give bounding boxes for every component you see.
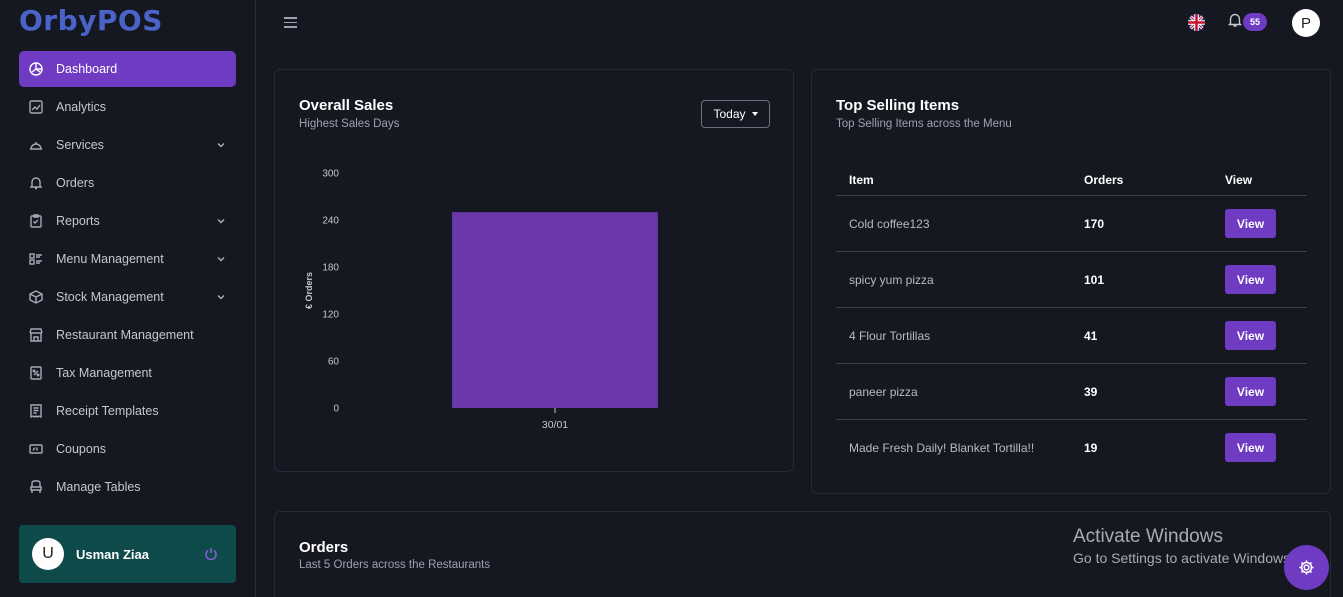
profile-avatar[interactable]: P bbox=[1292, 9, 1320, 37]
settings-gear-button[interactable] bbox=[1284, 545, 1329, 590]
tax-icon bbox=[29, 366, 43, 380]
sidebar-item-restaurant-management[interactable]: Restaurant Management bbox=[19, 317, 236, 353]
x-tick-label: 30/01 bbox=[542, 419, 568, 431]
sidebar-nav: Dashboard Analytics Services Orders Repo… bbox=[19, 51, 236, 507]
item-name: Made Fresh Daily! Blanket Tortilla!! bbox=[849, 441, 1035, 455]
sidebar-item-label: Manage Tables bbox=[56, 480, 141, 494]
watermark-title: Activate Windows bbox=[1073, 526, 1223, 547]
power-icon[interactable] bbox=[204, 547, 218, 561]
sidebar-item-label: Restaurant Management bbox=[56, 328, 194, 342]
y-tick-label: 60 bbox=[328, 357, 340, 368]
sidebar-item-tax-management[interactable]: Tax Management bbox=[19, 355, 236, 391]
sidebar-item-dashboard[interactable]: Dashboard bbox=[19, 51, 236, 87]
card-subtitle: Top Selling Items across the Menu bbox=[836, 118, 1012, 130]
view-button[interactable]: View bbox=[1225, 209, 1276, 238]
y-axis-label: € Orders bbox=[304, 272, 314, 309]
app-logo[interactable]: OrbyPOS bbox=[19, 4, 163, 37]
table-row: Cold coffee123 170 View bbox=[836, 196, 1307, 252]
item-name: spicy yum pizza bbox=[849, 273, 934, 287]
sidebar-item-analytics[interactable]: Analytics bbox=[19, 89, 236, 125]
sidebar-item-manage-tables[interactable]: Manage Tables bbox=[19, 469, 236, 505]
y-tick-label: 180 bbox=[322, 263, 339, 274]
box-icon bbox=[29, 290, 43, 304]
chevron-down-icon[interactable] bbox=[216, 291, 226, 301]
sidebar-item-label: Analytics bbox=[56, 100, 107, 114]
uk-flag-icon[interactable] bbox=[1188, 14, 1205, 31]
sidebar-item-label: Orders bbox=[56, 176, 95, 190]
menu-list-icon bbox=[29, 252, 43, 266]
hamburger-menu-icon[interactable] bbox=[284, 17, 297, 29]
card-title: Orders bbox=[299, 539, 349, 556]
coupon-icon bbox=[29, 442, 43, 456]
item-name: paneer pizza bbox=[849, 385, 918, 399]
store-icon bbox=[29, 328, 43, 342]
sidebar-item-orders[interactable]: Orders bbox=[19, 165, 236, 201]
clipboard-icon bbox=[29, 214, 43, 228]
table-row: paneer pizza 39 View bbox=[836, 364, 1307, 420]
sidebar-item-label: Coupons bbox=[56, 442, 107, 456]
view-button[interactable]: View bbox=[1225, 433, 1276, 462]
sidebar-item-coupons[interactable]: Coupons bbox=[19, 431, 236, 467]
sidebar-item-menu-management[interactable]: Menu Management bbox=[19, 241, 236, 277]
chart-bar bbox=[452, 212, 658, 408]
chevron-down-icon[interactable] bbox=[216, 139, 226, 149]
chevron-down-icon[interactable] bbox=[216, 215, 226, 225]
card-subtitle: Last 5 Orders across the Restaurants bbox=[299, 559, 491, 571]
sidebar-item-label: Receipt Templates bbox=[56, 404, 159, 418]
y-tick-label: 120 bbox=[322, 310, 339, 321]
sidebar-item-label: Stock Management bbox=[56, 290, 164, 304]
bell-icon bbox=[29, 176, 43, 190]
notification-bell-icon[interactable] bbox=[1227, 12, 1243, 28]
item-orders: 39 bbox=[1084, 385, 1098, 399]
overall-sales-card: Overall Sales Highest Sales Days Today 0… bbox=[274, 69, 794, 472]
analytics-icon bbox=[29, 100, 43, 114]
sidebar-item-reports[interactable]: Reports bbox=[19, 203, 236, 239]
sidebar-item-label: Dashboard bbox=[56, 62, 118, 76]
item-orders: 19 bbox=[1084, 441, 1098, 455]
sales-bar-chart: 0 60 120 180 240 300 € Orders 30/01 bbox=[304, 169, 658, 431]
cloche-icon bbox=[29, 138, 43, 152]
avatar[interactable]: U bbox=[32, 538, 64, 570]
view-button[interactable]: View bbox=[1225, 377, 1276, 406]
item-name: 4 Flour Tortillas bbox=[849, 329, 931, 343]
chair-icon bbox=[29, 480, 43, 494]
dashboard-icon bbox=[29, 62, 43, 76]
activate-windows-watermark: Activate Windows Go to Settings to activ… bbox=[1073, 526, 1294, 566]
y-tick-label: 240 bbox=[322, 216, 339, 227]
sidebar-item-label: Services bbox=[56, 138, 104, 152]
table-row: Made Fresh Daily! Blanket Tortilla!! 19 … bbox=[836, 420, 1307, 476]
sidebar-item-label: Menu Management bbox=[56, 252, 164, 266]
watermark-subtitle: Go to Settings to activate Windows. bbox=[1073, 550, 1294, 566]
card-title: Top Selling Items bbox=[836, 97, 960, 114]
user-card: U Usman Ziaa bbox=[19, 525, 236, 583]
column-header-item: Item bbox=[849, 173, 874, 187]
table-row: 4 Flour Tortillas 41 View bbox=[836, 308, 1307, 364]
column-header-orders: Orders bbox=[1084, 173, 1124, 187]
top-selling-items-card: Top Selling Items Top Selling Items acro… bbox=[811, 69, 1331, 494]
column-header-view: View bbox=[1225, 173, 1253, 187]
table-header: Item Orders View bbox=[836, 166, 1307, 196]
sidebar-item-label: Tax Management bbox=[56, 366, 152, 380]
item-orders: 101 bbox=[1084, 273, 1105, 287]
sidebar-item-receipt-templates[interactable]: Receipt Templates bbox=[19, 393, 236, 429]
item-orders: 41 bbox=[1084, 329, 1098, 343]
item-orders: 170 bbox=[1084, 217, 1105, 231]
sidebar-item-services[interactable]: Services bbox=[19, 127, 236, 163]
notification-count-badge: 55 bbox=[1243, 13, 1267, 31]
item-name: Cold coffee123 bbox=[849, 217, 930, 231]
sidebar-item-label: Reports bbox=[56, 214, 100, 228]
receipt-icon bbox=[29, 404, 43, 418]
sidebar: OrbyPOS Dashboard Analytics Services Ord… bbox=[0, 0, 256, 597]
table-row: spicy yum pizza 101 View bbox=[836, 252, 1307, 308]
gear-icon bbox=[1299, 560, 1314, 575]
view-button[interactable]: View bbox=[1225, 321, 1276, 350]
user-name: Usman Ziaa bbox=[76, 546, 149, 562]
chevron-down-icon[interactable] bbox=[216, 253, 226, 263]
y-tick-label: 0 bbox=[333, 404, 339, 415]
y-tick-label: 300 bbox=[322, 169, 339, 180]
view-button[interactable]: View bbox=[1225, 265, 1276, 294]
sidebar-item-stock-management[interactable]: Stock Management bbox=[19, 279, 236, 315]
